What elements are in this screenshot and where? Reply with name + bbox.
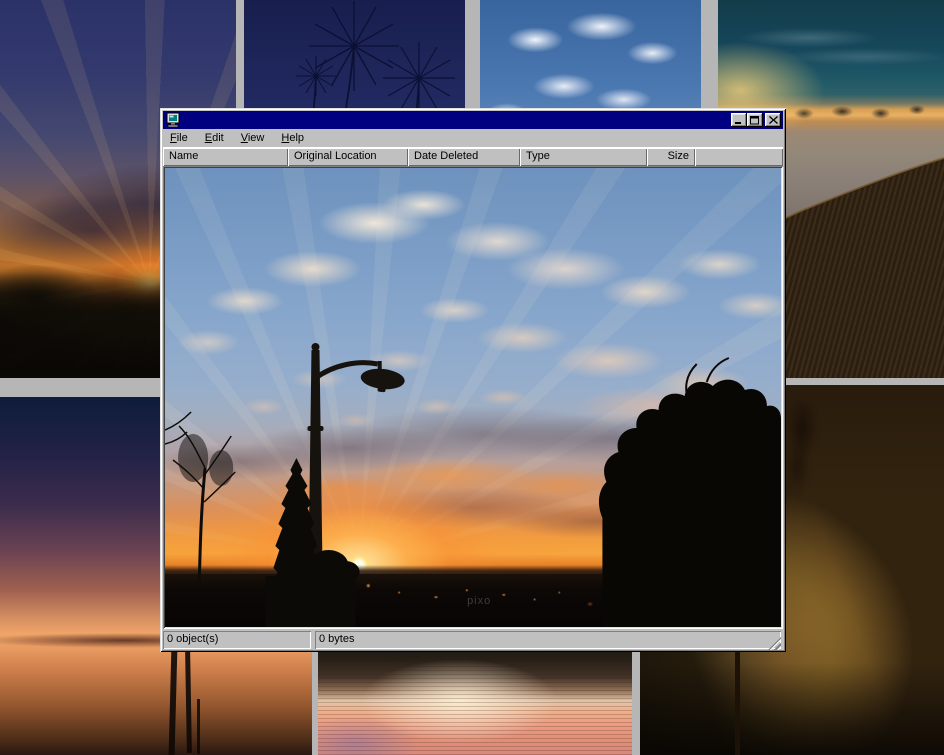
status-bar: 0 object(s) 0 bytes: [163, 629, 783, 651]
window-controls: [731, 113, 781, 127]
close-button[interactable]: [765, 113, 781, 127]
tree-wisp-silhouette: [780, 400, 824, 495]
column-header-type[interactable]: Type: [520, 148, 647, 166]
minimize-icon: [734, 116, 744, 125]
status-objects: 0 object(s): [163, 631, 311, 649]
column-header-date-deleted[interactable]: Date Deleted: [408, 148, 520, 166]
window-titlebar[interactable]: [163, 111, 783, 129]
column-header-name[interactable]: Name: [163, 148, 288, 166]
menu-file[interactable]: File: [170, 132, 188, 144]
photo-watermark: pixo: [467, 595, 491, 607]
menu-bar: File Edit View Help: [163, 129, 783, 148]
menu-help[interactable]: Help: [281, 132, 304, 144]
lake-pole: [197, 699, 200, 754]
column-header-original-location[interactable]: Original Location: [288, 148, 408, 166]
maximize-icon: [750, 116, 760, 125]
menu-edit[interactable]: Edit: [205, 132, 224, 144]
application-icon: [165, 112, 181, 128]
column-header-row: NameOriginal LocationDate DeletedTypeSiz…: [163, 148, 783, 166]
file-list-area[interactable]: pixo: [163, 166, 783, 629]
menu-view[interactable]: View: [241, 132, 265, 144]
sunset-street-lamp-photo: pixo: [165, 168, 781, 627]
lake-pole: [169, 647, 178, 755]
maximize-button[interactable]: [747, 113, 763, 127]
minimize-button[interactable]: [731, 113, 747, 127]
lake-pole: [185, 650, 192, 753]
column-header-filler: [695, 148, 783, 166]
recycle-bin-window: File Edit View Help NameOriginal LocationDa…: [160, 108, 786, 652]
close-icon: [769, 116, 778, 124]
street-lamp-and-trees-silhouette: [165, 168, 781, 627]
status-bytes: 0 bytes: [315, 631, 781, 649]
desktop: { "desktop": { "base_color": "#b6b6b6", …: [0, 0, 944, 755]
column-header-size[interactable]: Size: [647, 148, 695, 166]
